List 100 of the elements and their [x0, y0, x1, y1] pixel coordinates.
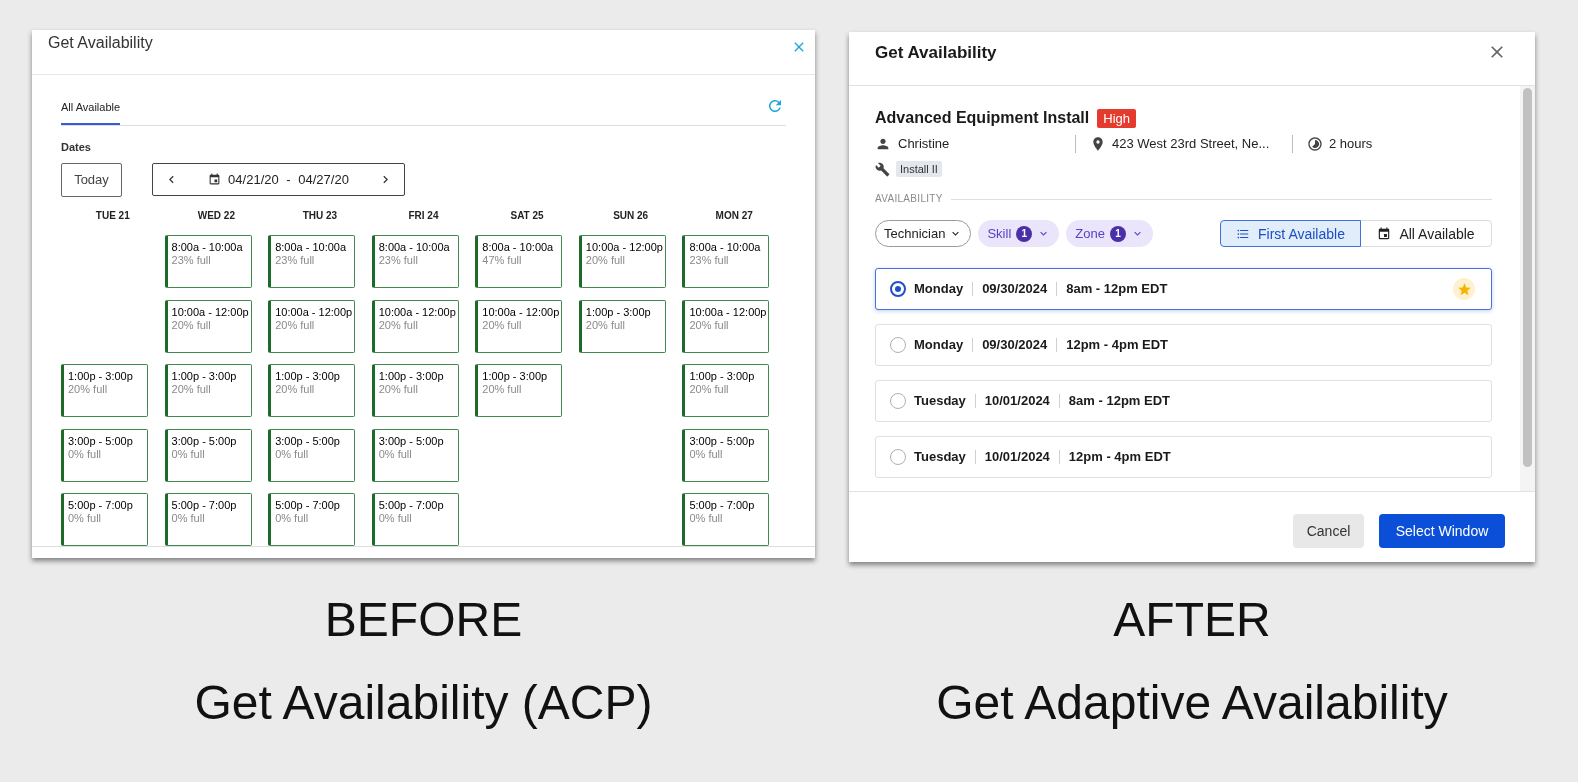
time-window-option[interactable]: Tuesday 10/01/2024 8am - 12pm EDT [875, 380, 1492, 422]
job-address: 423 West 23rd Street, Ne... [1112, 135, 1270, 153]
window-day: Tuesday [914, 392, 966, 410]
count-badge: 1 [1016, 225, 1033, 242]
slot-time: 1:00p - 3:00p [171, 370, 237, 383]
slot-fill: 0% full [689, 447, 723, 461]
slot-time: 1:00p - 3:00p [275, 370, 340, 383]
view-toggle-button[interactable]: All Available [1360, 220, 1492, 247]
slot-time: 3:00p - 5:00p [171, 434, 237, 448]
filter-dropdown[interactable]: Skill 1 [978, 220, 1060, 247]
cancel-button[interactable]: Cancel [1293, 514, 1364, 548]
window-time: 12pm - 4pm EDT [1068, 448, 1171, 466]
technician-name: Christine [898, 135, 950, 153]
time-slot-card[interactable]: 10:00a - 12:00p 20% full [578, 235, 666, 288]
slot-time: 10:00a - 12:00p [585, 241, 663, 254]
time-slot-card[interactable]: 3:00p - 5:00p 0% full [164, 428, 252, 482]
slot-time: 1:00p - 3:00p [68, 370, 133, 383]
time-slot-card[interactable]: 10:00a - 12:00p 20% full [268, 299, 356, 353]
slot-fill: 20% full [68, 383, 108, 396]
time-slot-card[interactable]: 8:00a - 10:00a 23% full [164, 235, 252, 288]
filter-dropdown[interactable]: Zone 1 [1066, 220, 1153, 247]
time-window-option[interactable]: Monday 09/30/2024 8am - 12pm EDT [875, 268, 1492, 310]
view-toggle-button[interactable]: First Available [1220, 220, 1361, 247]
time-slot-card[interactable]: 8:00a - 10:00a 23% full [682, 235, 770, 288]
slot-fill: 47% full [482, 254, 522, 267]
window-time: 8am - 12pm EDT [1066, 280, 1168, 298]
time-slot-card[interactable]: 3:00p - 5:00p 0% full [682, 428, 770, 482]
slot-time: 10:00a - 12:00p [378, 305, 456, 319]
time-slot-card[interactable]: 3:00p - 5:00p 0% full [371, 428, 459, 482]
window-day: Tuesday [914, 448, 966, 466]
time-slot-card[interactable]: 8:00a - 10:00a 23% full [268, 235, 356, 288]
time-slot-card[interactable]: 3:00p - 5:00p 0% full [61, 428, 148, 482]
calendar-icon [1377, 226, 1392, 241]
slot-fill: 20% full [275, 318, 315, 332]
slot-fill: 20% full [585, 254, 625, 267]
day-header: WED 22 [197, 209, 235, 223]
scrollbar-thumb[interactable] [1523, 88, 1532, 467]
time-slot-card[interactable]: 8:00a - 10:00a 23% full [371, 235, 459, 288]
day-header: MON 27 [715, 209, 753, 223]
slot-time: 3:00p - 5:00p [68, 434, 133, 448]
time-slot-card[interactable]: 1:00p - 3:00p 20% full [578, 299, 666, 353]
time-slot-card[interactable]: 1:00p - 3:00p 20% full [164, 364, 252, 417]
time-slot-card[interactable]: 5:00p - 7:00p 0% full [61, 493, 148, 546]
slot-fill: 20% full [689, 318, 729, 332]
day-header: THU 23 [302, 209, 338, 223]
time-slot-card[interactable]: 10:00a - 12:00p 20% full [475, 299, 563, 353]
window-time: 8am - 12pm EDT [1068, 392, 1170, 410]
time-slot-card[interactable]: 8:00a - 10:00a 47% full [475, 235, 563, 288]
slot-fill: 20% full [482, 383, 522, 396]
window-date: 10/01/2024 [984, 392, 1050, 410]
time-slot-card[interactable]: 10:00a - 12:00p 20% full [164, 299, 252, 353]
priority-badge: High [1097, 108, 1136, 128]
time-slot-card[interactable]: 5:00p - 7:00p 0% full [682, 493, 770, 546]
window-date: 09/30/2024 [982, 336, 1048, 354]
time-slot-card[interactable]: 5:00p - 7:00p 0% full [371, 493, 459, 546]
time-slot-card[interactable]: 1:00p - 3:00p 20% full [371, 364, 459, 417]
time-slot-card[interactable]: 1:00p - 3:00p 20% full [475, 364, 563, 417]
count-badge: 1 [1109, 225, 1126, 242]
filter-dropdown[interactable]: Technician [875, 220, 972, 247]
person-icon [875, 136, 891, 152]
slot-fill: 0% full [378, 447, 412, 461]
slot-time: 1:00p - 3:00p [585, 305, 651, 319]
slot-fill: 0% full [68, 447, 102, 461]
window-time: 12pm - 4pm EDT [1066, 336, 1169, 354]
window-date: 09/30/2024 [982, 280, 1048, 298]
slot-fill: 20% full [585, 318, 625, 332]
duration-icon [1307, 136, 1323, 152]
job-title: Advanced Equipment Install [875, 108, 1090, 128]
slot-time: 5:00p - 7:00p [689, 499, 755, 512]
time-slot-card[interactable]: 5:00p - 7:00p 0% full [268, 493, 356, 546]
slot-time: 5:00p - 7:00p [275, 499, 340, 512]
time-slot-card[interactable]: 5:00p - 7:00p 0% full [164, 493, 252, 546]
section-label: AVAILABILITY [875, 192, 943, 206]
calendar-icon [208, 173, 222, 186]
slot-fill: 0% full [68, 512, 102, 525]
time-slot-card[interactable]: 1:00p - 3:00p 20% full [268, 364, 356, 417]
time-slot-card[interactable]: 3:00p - 5:00p 0% full [268, 428, 356, 482]
today-button[interactable]: Today [61, 163, 122, 197]
location-pin-icon [1090, 136, 1106, 152]
refresh-button[interactable] [766, 97, 784, 115]
slot-fill: 20% full [275, 383, 315, 396]
select-window-button[interactable]: Select Window [1379, 514, 1505, 548]
time-window-option[interactable]: Tuesday 10/01/2024 12pm - 4pm EDT [875, 436, 1492, 478]
slot-time: 3:00p - 5:00p [689, 434, 755, 448]
dialog-title: Get Availability [875, 42, 997, 64]
slot-fill: 20% full [171, 383, 211, 396]
day-header: TUE 21 [95, 209, 130, 223]
skill-tag: Install II [896, 161, 942, 177]
caption-heading: AFTER [1113, 592, 1271, 648]
time-slot-card[interactable]: 10:00a - 12:00p 20% full [682, 299, 770, 353]
slot-fill: 0% full [171, 447, 205, 461]
tab[interactable]: All Available [61, 99, 121, 125]
date-range-picker[interactable]: 04/21/20 - 04/27/20 [152, 163, 405, 196]
time-slot-card[interactable]: 10:00a - 12:00p 20% full [371, 299, 459, 353]
time-window-option[interactable]: Monday 09/30/2024 12pm - 4pm EDT [875, 324, 1492, 366]
radio-button[interactable] [890, 281, 906, 297]
time-slot-card[interactable]: 1:00p - 3:00p 20% full [682, 364, 770, 417]
time-slot-card[interactable]: 1:00p - 3:00p 20% full [61, 364, 148, 417]
slot-fill: 20% full [378, 318, 418, 332]
day-header: SAT 25 [510, 209, 544, 223]
